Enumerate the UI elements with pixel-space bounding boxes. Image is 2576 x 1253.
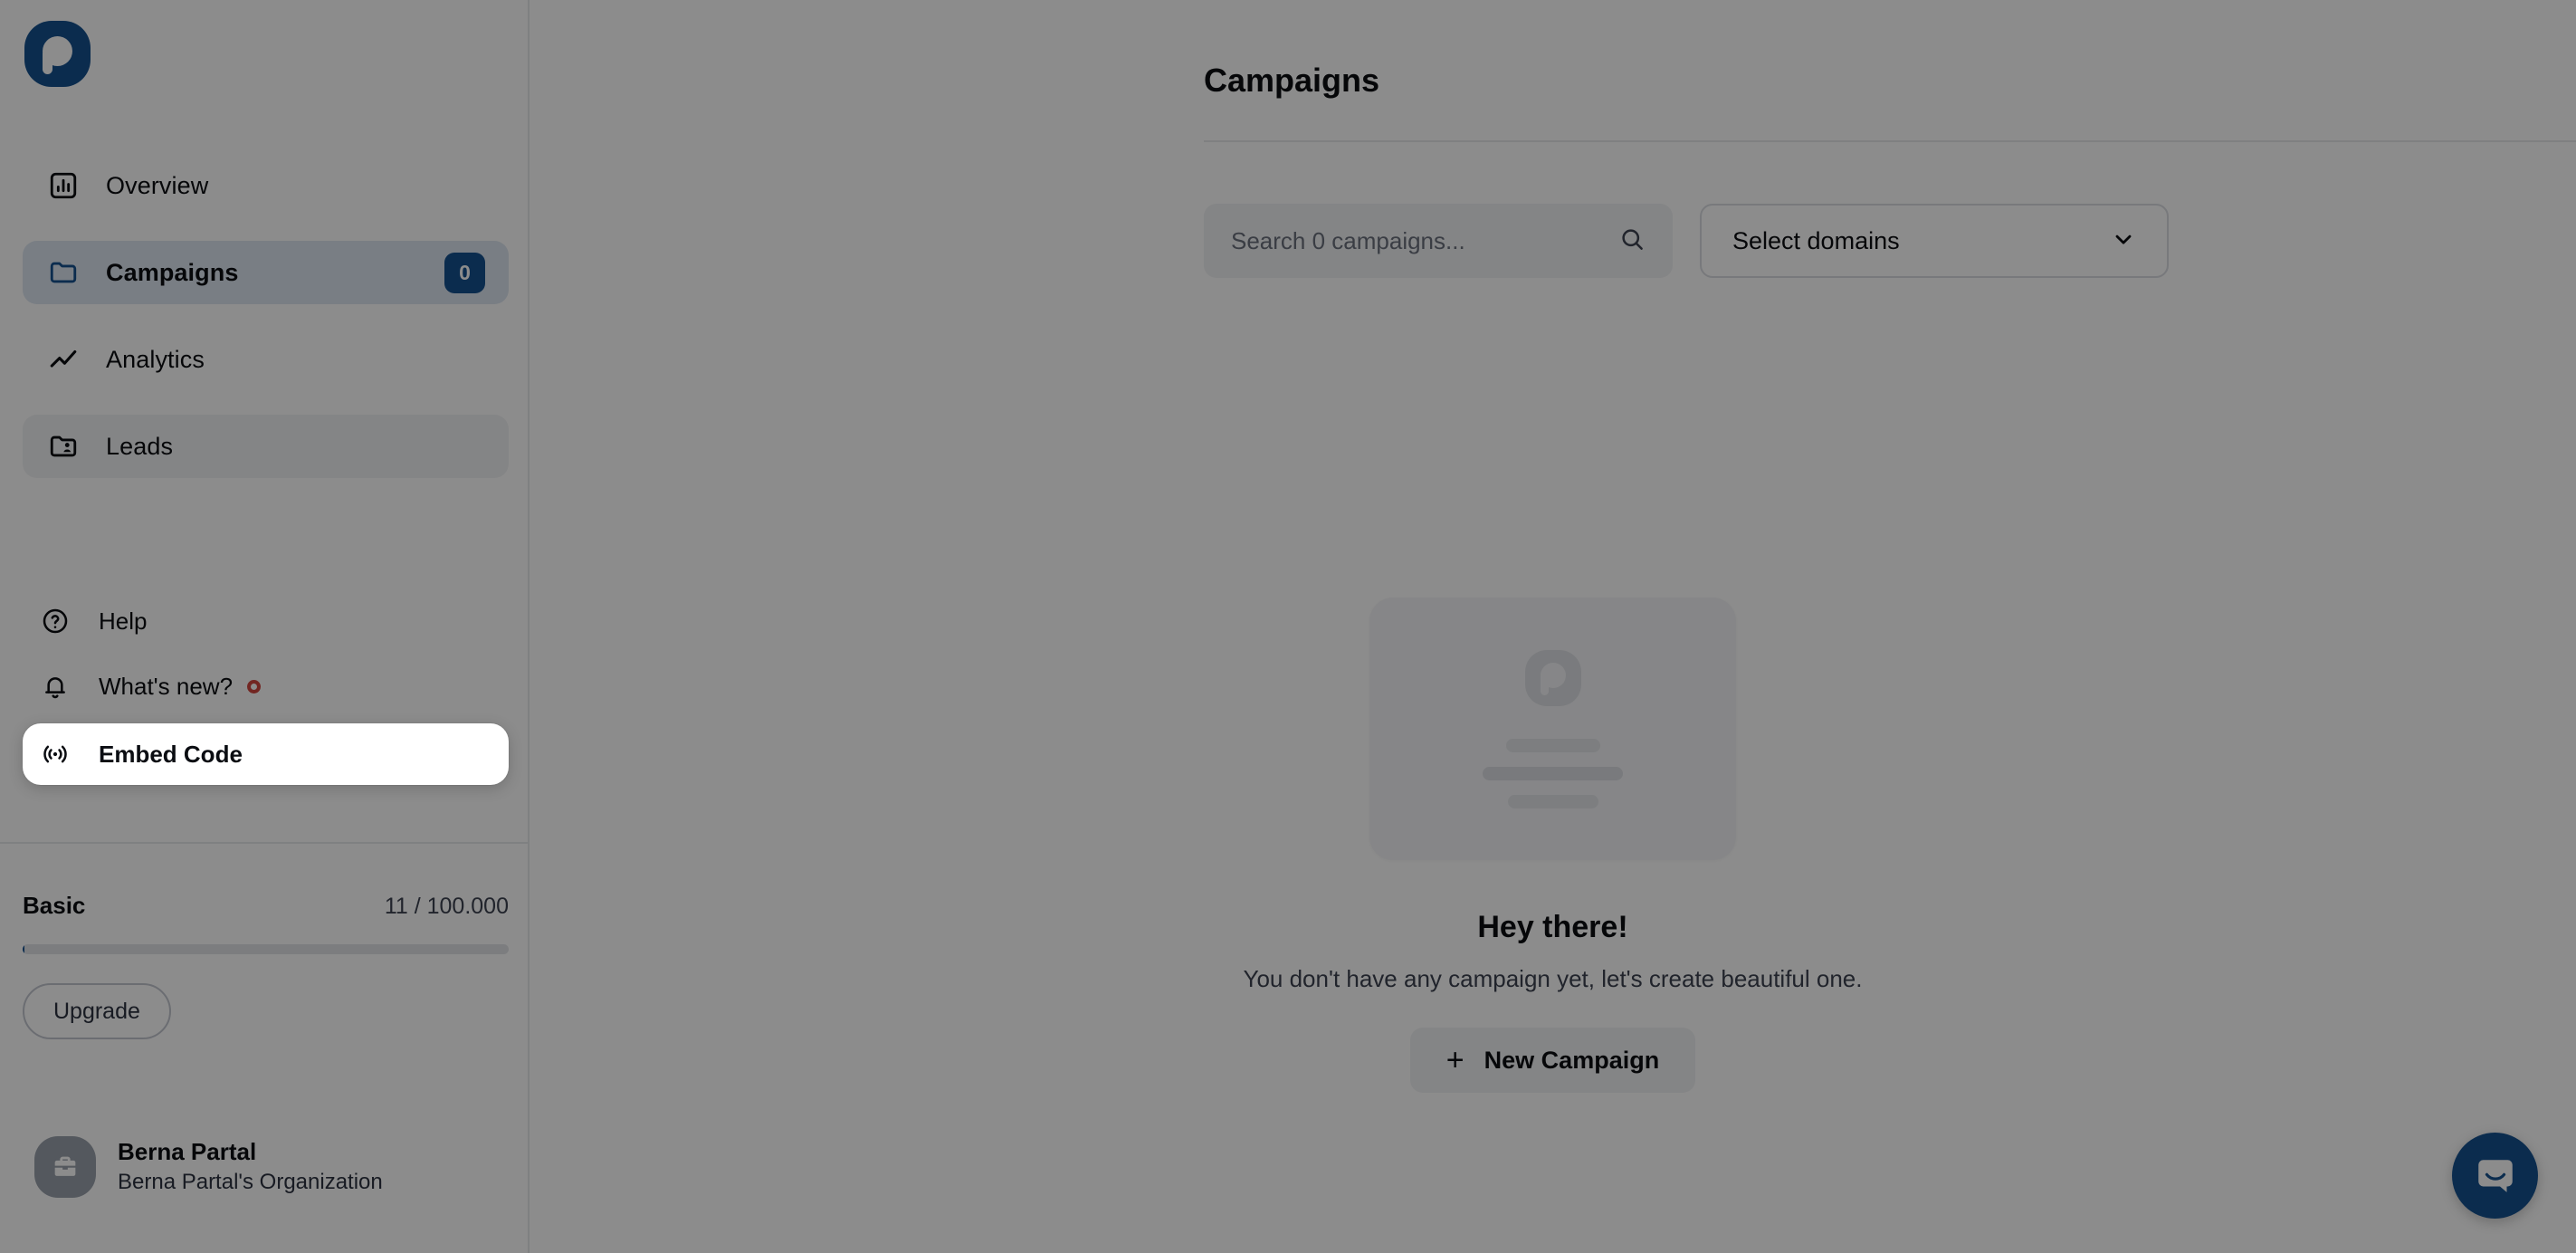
page-header: Campaigns + New Campaign bbox=[1204, 50, 2576, 111]
empty-state-new-campaign-button[interactable]: + New Campaign bbox=[1409, 1028, 1696, 1093]
trending-up-icon bbox=[46, 342, 81, 377]
account-name: Berna Partal bbox=[118, 1137, 257, 1165]
sidebar-item-help[interactable]: Help bbox=[23, 593, 509, 649]
folder-user-icon bbox=[46, 429, 81, 464]
skeleton-line bbox=[1505, 738, 1600, 752]
sidebar-item-label: Campaigns bbox=[106, 258, 239, 286]
search-icon[interactable] bbox=[1618, 225, 1646, 257]
app-root: Overview Campaigns 0 Analytics Leads Hel… bbox=[0, 0, 2576, 1253]
broadcast-icon bbox=[39, 738, 72, 770]
folder-icon bbox=[46, 255, 81, 290]
search-placeholder: Search 0 campaigns... bbox=[1231, 226, 1465, 254]
chart-bar-square-icon bbox=[46, 168, 81, 203]
campaign-skeleton-card bbox=[1369, 598, 1736, 860]
plan-progress-fill bbox=[23, 944, 24, 954]
sidebar-item-overview[interactable]: Overview bbox=[23, 154, 509, 217]
skeleton-line bbox=[1483, 766, 1623, 780]
sidebar-item-campaigns[interactable]: Campaigns 0 bbox=[23, 241, 509, 304]
intercom-chat-icon[interactable] bbox=[2452, 1133, 2538, 1219]
sidebar-item-leads[interactable]: Leads bbox=[23, 415, 509, 478]
empty-state-title: Hey there! bbox=[1477, 910, 1628, 944]
page-title: Campaigns bbox=[1204, 62, 1380, 99]
plan-usage: 11 / 100.000 bbox=[384, 894, 509, 919]
plan-name: Basic bbox=[23, 892, 86, 919]
briefcase-icon bbox=[34, 1136, 96, 1198]
empty-state: Hey there! You don't have any campaign y… bbox=[530, 598, 2576, 1093]
header-divider bbox=[1204, 140, 2576, 142]
sidebar-item-label: Embed Code bbox=[99, 740, 243, 768]
sidebar: Overview Campaigns 0 Analytics Leads Hel… bbox=[0, 0, 530, 1253]
sidebar-item-analytics[interactable]: Analytics bbox=[23, 328, 509, 391]
sidebar-item-label: What's new? bbox=[99, 672, 234, 700]
app-logo[interactable] bbox=[24, 21, 91, 87]
account-switcher[interactable]: Berna Partal Berna Partal's Organization bbox=[34, 1136, 383, 1198]
sidebar-item-label: Overview bbox=[106, 171, 209, 199]
select-domains-dropdown[interactable]: Select domains bbox=[1700, 204, 2169, 278]
sidebar-item-embed-code[interactable]: Embed Code bbox=[23, 723, 509, 785]
plerdy-logo-placeholder-icon bbox=[1524, 649, 1581, 706]
sidebar-item-label: Leads bbox=[106, 432, 174, 460]
plus-icon: + bbox=[1445, 1043, 1465, 1077]
main-content: Campaigns + New Campaign Search 0 campai… bbox=[530, 0, 2576, 1253]
plan-progress-bar bbox=[23, 944, 509, 954]
upgrade-button[interactable]: Upgrade bbox=[23, 983, 171, 1039]
plan-summary: Basic 11 / 100.000 Upgrade bbox=[23, 892, 509, 1039]
secondary-nav: Help What's new? Embed Code bbox=[23, 593, 509, 794]
select-domains-label: Select domains bbox=[1732, 226, 1900, 254]
skeleton-line bbox=[1507, 794, 1598, 808]
empty-state-button-label: New Campaign bbox=[1484, 1046, 1660, 1074]
sidebar-item-label: Analytics bbox=[106, 345, 205, 373]
empty-state-subtitle: You don't have any campaign yet, let's c… bbox=[1243, 965, 1863, 992]
campaigns-count-badge: 0 bbox=[444, 252, 485, 293]
primary-nav: Overview Campaigns 0 Analytics Leads bbox=[23, 154, 509, 502]
sidebar-item-whats-new[interactable]: What's new? bbox=[23, 658, 509, 714]
plerdy-logo-icon bbox=[24, 21, 91, 87]
question-circle-icon bbox=[39, 605, 72, 637]
sidebar-item-label: Help bbox=[99, 607, 148, 635]
search-input[interactable]: Search 0 campaigns... bbox=[1204, 204, 1673, 278]
account-organization: Berna Partal's Organization bbox=[118, 1169, 383, 1194]
chevron-down-icon bbox=[2111, 226, 2136, 256]
sidebar-divider bbox=[0, 842, 528, 844]
bell-icon bbox=[39, 670, 72, 703]
unread-indicator-dot bbox=[247, 679, 262, 693]
filter-toolbar: Search 0 campaigns... Select domains bbox=[1204, 204, 2576, 278]
